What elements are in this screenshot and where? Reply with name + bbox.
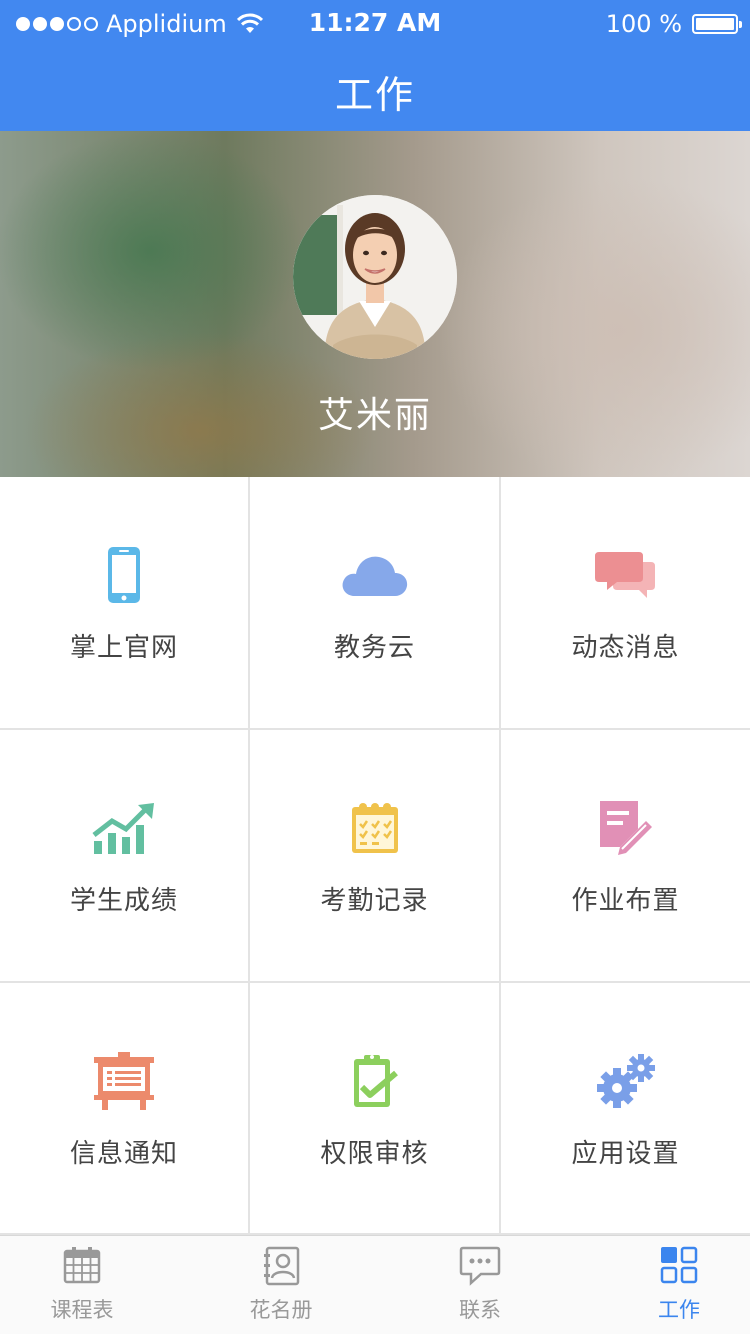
gears-icon [596, 1054, 655, 1108]
profile-banner: 艾米丽 [0, 131, 750, 477]
tab-label: 工作 [658, 1298, 700, 1322]
tile-notifications[interactable]: 信息通知 [0, 983, 248, 1233]
tile-label: 学生成绩 [69, 886, 178, 916]
status-right: 100 % [605, 10, 742, 38]
function-grid: 掌上官网 教务云 动态消息 学生成绩 考勤记录 作业布置 信息通知 权限审核 应… [0, 477, 750, 1235]
tile-label: 考勤记录 [320, 886, 429, 916]
tab-schedule[interactable]: 课程表 [2, 1236, 162, 1335]
tab-contact[interactable]: 联系 [400, 1236, 560, 1335]
tab-roster[interactable]: 花名册 [201, 1236, 361, 1335]
calendar-check-icon [351, 803, 398, 853]
status-bar: Applidium 11:27 AM 100 % [0, 0, 750, 48]
tile-attendance[interactable]: 考勤记录 [250, 730, 499, 981]
grid-apps-icon [660, 1246, 698, 1284]
tile-label: 掌上官网 [69, 633, 178, 663]
tile-label: 教务云 [333, 633, 415, 663]
tab-bar: 课程表 花名册 联系 工作 [0, 1235, 750, 1334]
tab-label: 联系 [459, 1298, 501, 1322]
chat-bubbles-icon [594, 552, 655, 598]
notice-board-icon [94, 1052, 154, 1110]
tile-label: 权限审核 [320, 1139, 429, 1169]
tile-label: 应用设置 [571, 1139, 680, 1169]
cloud-icon [342, 556, 407, 596]
avatar[interactable] [293, 195, 457, 359]
battery-icon [692, 14, 742, 34]
tab-label: 花名册 [249, 1298, 313, 1322]
page-title: 工作 [334, 73, 415, 117]
growth-chart-icon [92, 803, 154, 854]
tab-label: 课程表 [50, 1298, 114, 1322]
tile-official-site[interactable]: 掌上官网 [0, 477, 248, 728]
user-name: 艾米丽 [317, 395, 432, 436]
calendar-icon [63, 1247, 101, 1284]
tile-news[interactable]: 动态消息 [501, 477, 750, 728]
tile-app-settings[interactable]: 应用设置 [501, 983, 750, 1233]
message-icon [459, 1246, 501, 1286]
clipboard-check-icon [353, 1055, 398, 1107]
contacts-book-icon [264, 1246, 300, 1286]
tile-academic-cloud[interactable]: 教务云 [250, 477, 499, 728]
tile-homework[interactable]: 作业布置 [501, 730, 750, 981]
tile-student-grades[interactable]: 学生成绩 [0, 730, 248, 981]
battery-percentage: 100 % [605, 10, 682, 38]
note-pencil-icon [599, 801, 652, 855]
mobile-phone-icon [108, 547, 140, 603]
navigation-header: Applidium 11:27 AM 100 % 工作 [0, 0, 750, 131]
tile-permission-review[interactable]: 权限审核 [250, 983, 499, 1233]
tile-label: 作业布置 [571, 886, 680, 916]
tab-work[interactable]: 工作 [599, 1236, 750, 1335]
tile-label: 信息通知 [69, 1139, 178, 1169]
tile-label: 动态消息 [571, 633, 680, 663]
